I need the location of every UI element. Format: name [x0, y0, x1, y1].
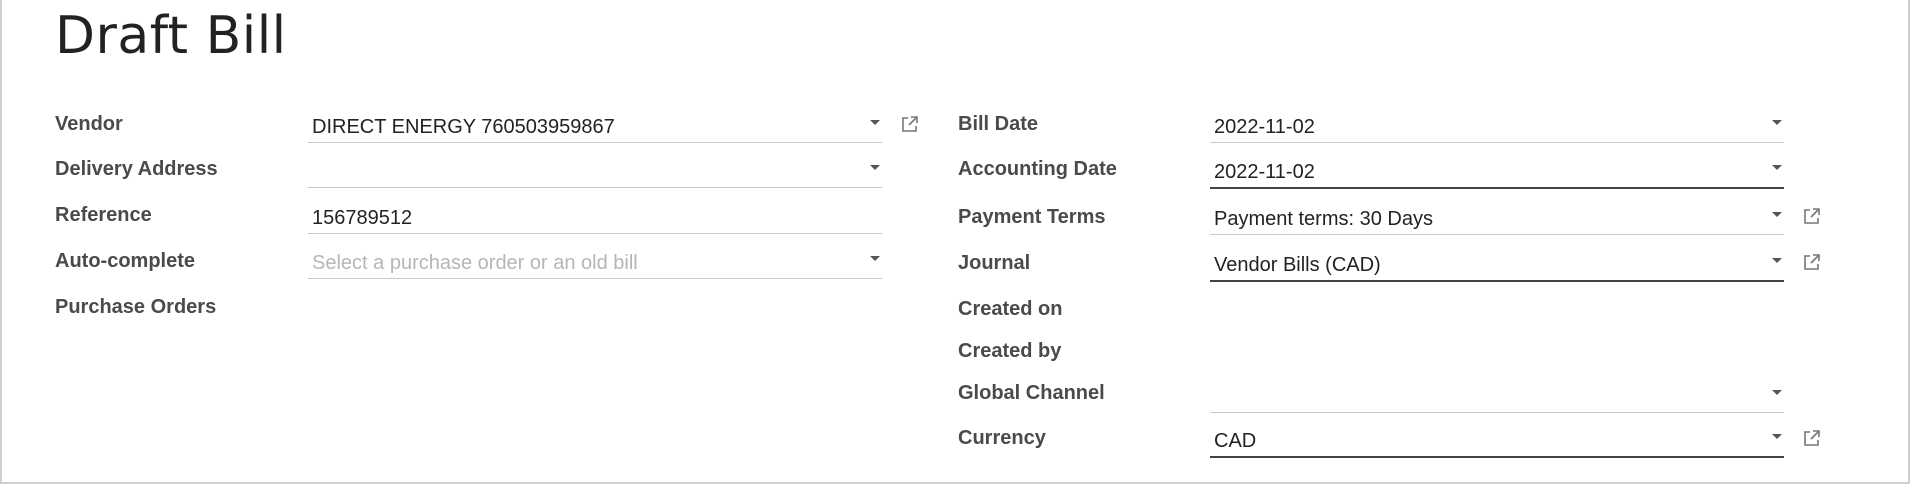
- reference-field[interactable]: 156789512: [308, 203, 882, 234]
- bill-form-sheet: Draft Bill Vendor DIRECT ENERGY 76050395…: [0, 0, 1910, 484]
- global-channel-label: Global Channel: [958, 382, 1105, 404]
- auto-complete-field[interactable]: Select a purchase order or an old bill: [308, 248, 882, 279]
- external-link-icon[interactable]: [1802, 206, 1822, 226]
- chevron-down-icon[interactable]: [1772, 258, 1782, 263]
- currency-label: Currency: [958, 427, 1046, 449]
- created-on-label: Created on: [958, 298, 1063, 320]
- created-by-label: Created by: [958, 340, 1062, 362]
- journal-label: Journal: [958, 252, 1031, 274]
- purchase-orders-label: Purchase Orders: [55, 296, 217, 318]
- reference-value: 156789512: [312, 207, 413, 229]
- bill-date-value: 2022-11-02: [1214, 116, 1315, 138]
- journal-field[interactable]: Vendor Bills (CAD): [1210, 250, 1784, 282]
- vendor-field[interactable]: DIRECT ENERGY 760503959867: [308, 112, 882, 143]
- chevron-down-icon[interactable]: [1772, 434, 1782, 439]
- global-channel-field[interactable]: [1210, 382, 1784, 413]
- bill-date-field[interactable]: 2022-11-02: [1210, 112, 1784, 143]
- payment-terms-label: Payment Terms: [958, 206, 1106, 228]
- accounting-date-label: Accounting Date: [958, 158, 1117, 180]
- external-link-icon[interactable]: [1802, 252, 1822, 272]
- chevron-down-icon[interactable]: [870, 256, 880, 261]
- chevron-down-icon[interactable]: [1772, 212, 1782, 217]
- accounting-date-field[interactable]: 2022-11-02: [1210, 157, 1784, 189]
- delivery-address-field[interactable]: [308, 157, 882, 188]
- page-title: Draft Bill: [55, 6, 287, 66]
- accounting-date-value: 2022-11-02: [1214, 161, 1315, 183]
- journal-value: Vendor Bills (CAD): [1214, 254, 1381, 276]
- external-link-icon[interactable]: [900, 114, 920, 134]
- reference-label: Reference: [55, 204, 152, 226]
- bill-date-label: Bill Date: [958, 113, 1039, 135]
- payment-terms-field[interactable]: Payment terms: 30 Days: [1210, 204, 1784, 235]
- currency-field[interactable]: CAD: [1210, 426, 1784, 458]
- vendor-label: Vendor: [55, 113, 123, 135]
- external-link-icon[interactable]: [1802, 428, 1822, 448]
- chevron-down-icon[interactable]: [870, 165, 880, 170]
- vendor-value: DIRECT ENERGY 760503959867: [312, 116, 615, 138]
- chevron-down-icon[interactable]: [1772, 120, 1782, 125]
- payment-terms-value: Payment terms: 30 Days: [1214, 208, 1433, 230]
- chevron-down-icon[interactable]: [1772, 165, 1782, 170]
- auto-complete-label: Auto-complete: [55, 250, 195, 272]
- chevron-down-icon[interactable]: [1772, 390, 1782, 395]
- delivery-address-label: Delivery Address: [55, 158, 218, 180]
- chevron-down-icon[interactable]: [870, 120, 880, 125]
- auto-complete-placeholder: Select a purchase order or an old bill: [312, 252, 638, 274]
- currency-value: CAD: [1214, 430, 1257, 452]
